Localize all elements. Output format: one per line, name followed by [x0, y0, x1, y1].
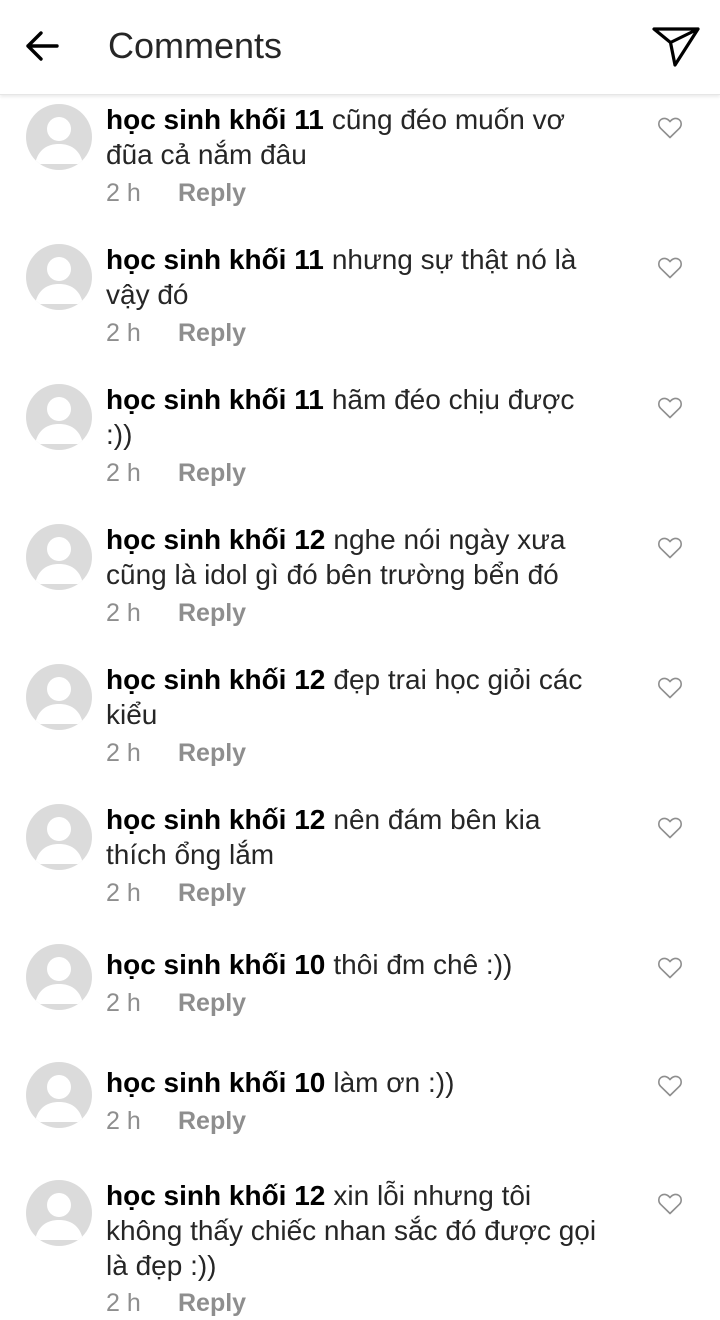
like-button[interactable] [655, 954, 685, 982]
share-button[interactable] [648, 22, 704, 72]
default-avatar-icon [35, 677, 83, 724]
heart-outline-icon [658, 817, 682, 839]
comment-meta: 2 h Reply [106, 738, 246, 768]
arrow-left-icon [26, 31, 59, 61]
comment-username[interactable]: học sinh khối 10 [106, 949, 325, 980]
heart-outline-icon [658, 117, 682, 139]
comment-text-block: học sinh khối 12 xin lỗi nhưng tôi không … [106, 1178, 606, 1283]
heart-outline-icon [658, 1075, 682, 1097]
comment-text-block: học sinh khối 12 nghe nói ngày xưa cũng l… [106, 522, 606, 592]
user-avatar[interactable] [26, 384, 92, 450]
heart-outline-icon [658, 1193, 682, 1215]
page-title: Comments [108, 25, 283, 66]
comment-text-block: học sinh khối 12 đẹp trai học giỏi các ki… [106, 662, 606, 732]
user-avatar[interactable] [26, 244, 92, 310]
reply-button[interactable]: Reply [178, 459, 246, 487]
reply-button[interactable]: Reply [178, 179, 246, 207]
user-avatar[interactable] [26, 944, 92, 1010]
default-avatar-icon [35, 817, 83, 864]
comment-body: thôi đm chê :)) [333, 949, 513, 980]
back-button[interactable] [20, 26, 64, 66]
comment-text-block: học sinh khối 10 làm ơn :)) [106, 1065, 606, 1100]
like-button[interactable] [655, 254, 685, 282]
heart-outline-icon [658, 537, 682, 559]
heart-outline-icon [658, 397, 682, 419]
reply-button[interactable]: Reply [178, 989, 246, 1017]
like-button[interactable] [655, 814, 685, 842]
user-avatar[interactable] [26, 1180, 92, 1246]
default-avatar-icon [35, 257, 83, 304]
reply-button[interactable]: Reply [178, 319, 246, 347]
comment-meta: 2 h Reply [106, 1288, 246, 1318]
comment-time: 2 h [106, 179, 141, 207]
default-avatar-icon [35, 397, 83, 444]
comment-username[interactable]: học sinh khối 12 [106, 524, 325, 555]
like-button[interactable] [655, 1190, 685, 1218]
like-button[interactable] [655, 1072, 685, 1100]
comment-text-block: học sinh khối 11 nhưng sự thật nó là vậy … [106, 242, 606, 312]
comment-meta: 2 h Reply [106, 318, 246, 348]
comment-meta: 2 h Reply [106, 988, 246, 1018]
reply-button[interactable]: Reply [178, 879, 246, 907]
default-avatar-icon [35, 1075, 83, 1122]
comment-username[interactable]: học sinh khối 12 [106, 1180, 325, 1211]
comment-username[interactable]: học sinh khối 10 [106, 1067, 325, 1098]
comment-meta: 2 h Reply [106, 1106, 246, 1136]
comment-time: 2 h [106, 989, 141, 1017]
user-avatar[interactable] [26, 524, 92, 590]
comment-text-block: học sinh khối 12 nên đám bên kia thích ổn… [106, 802, 606, 872]
comment-time: 2 h [106, 739, 141, 767]
comment-time: 2 h [106, 319, 141, 347]
comment-username[interactable]: học sinh khối 11 [106, 244, 324, 275]
like-button[interactable] [655, 534, 685, 562]
like-button[interactable] [655, 394, 685, 422]
comment-time: 2 h [106, 599, 141, 627]
paper-plane-icon [652, 27, 700, 67]
comment-username[interactable]: học sinh khối 12 [106, 804, 325, 835]
comment-meta: 2 h Reply [106, 598, 246, 628]
comment-meta: 2 h Reply [106, 878, 246, 908]
reply-button[interactable]: Reply [178, 1107, 246, 1135]
user-avatar[interactable] [26, 1062, 92, 1128]
comment-text-block: học sinh khối 11 cũng đéo muốn vơ đũa cả … [106, 102, 606, 172]
top-app-bar: Comments [0, 0, 720, 95]
comment-time: 2 h [106, 459, 141, 487]
like-button[interactable] [655, 674, 685, 702]
reply-button[interactable]: Reply [178, 599, 246, 627]
comment-time: 2 h [106, 879, 141, 907]
comment-time: 2 h [106, 1107, 141, 1135]
user-avatar[interactable] [26, 804, 92, 870]
user-avatar[interactable] [26, 104, 92, 170]
comment-body: làm ơn :)) [333, 1067, 455, 1098]
comment-username[interactable]: học sinh khối 11 [106, 384, 324, 415]
default-avatar-icon [35, 1193, 83, 1240]
default-avatar-icon [35, 117, 83, 164]
reply-button[interactable]: Reply [178, 739, 246, 767]
comment-text-block: học sinh khối 10 thôi đm chê :)) [106, 947, 606, 982]
user-avatar[interactable] [26, 664, 92, 730]
comment-username[interactable]: học sinh khối 11 [106, 104, 324, 135]
comment-meta: 2 h Reply [106, 458, 246, 488]
comment-meta: 2 h Reply [106, 178, 246, 208]
default-avatar-icon [35, 537, 83, 584]
comment-username[interactable]: học sinh khối 12 [106, 664, 325, 695]
heart-outline-icon [658, 677, 682, 699]
heart-outline-icon [658, 257, 682, 279]
comment-text-block: học sinh khối 11 hãm đéo chịu được :)) [106, 382, 606, 452]
heart-outline-icon [658, 957, 682, 979]
comment-time: 2 h [106, 1289, 141, 1317]
like-button[interactable] [655, 114, 685, 142]
reply-button[interactable]: Reply [178, 1289, 246, 1317]
default-avatar-icon [35, 957, 83, 1004]
